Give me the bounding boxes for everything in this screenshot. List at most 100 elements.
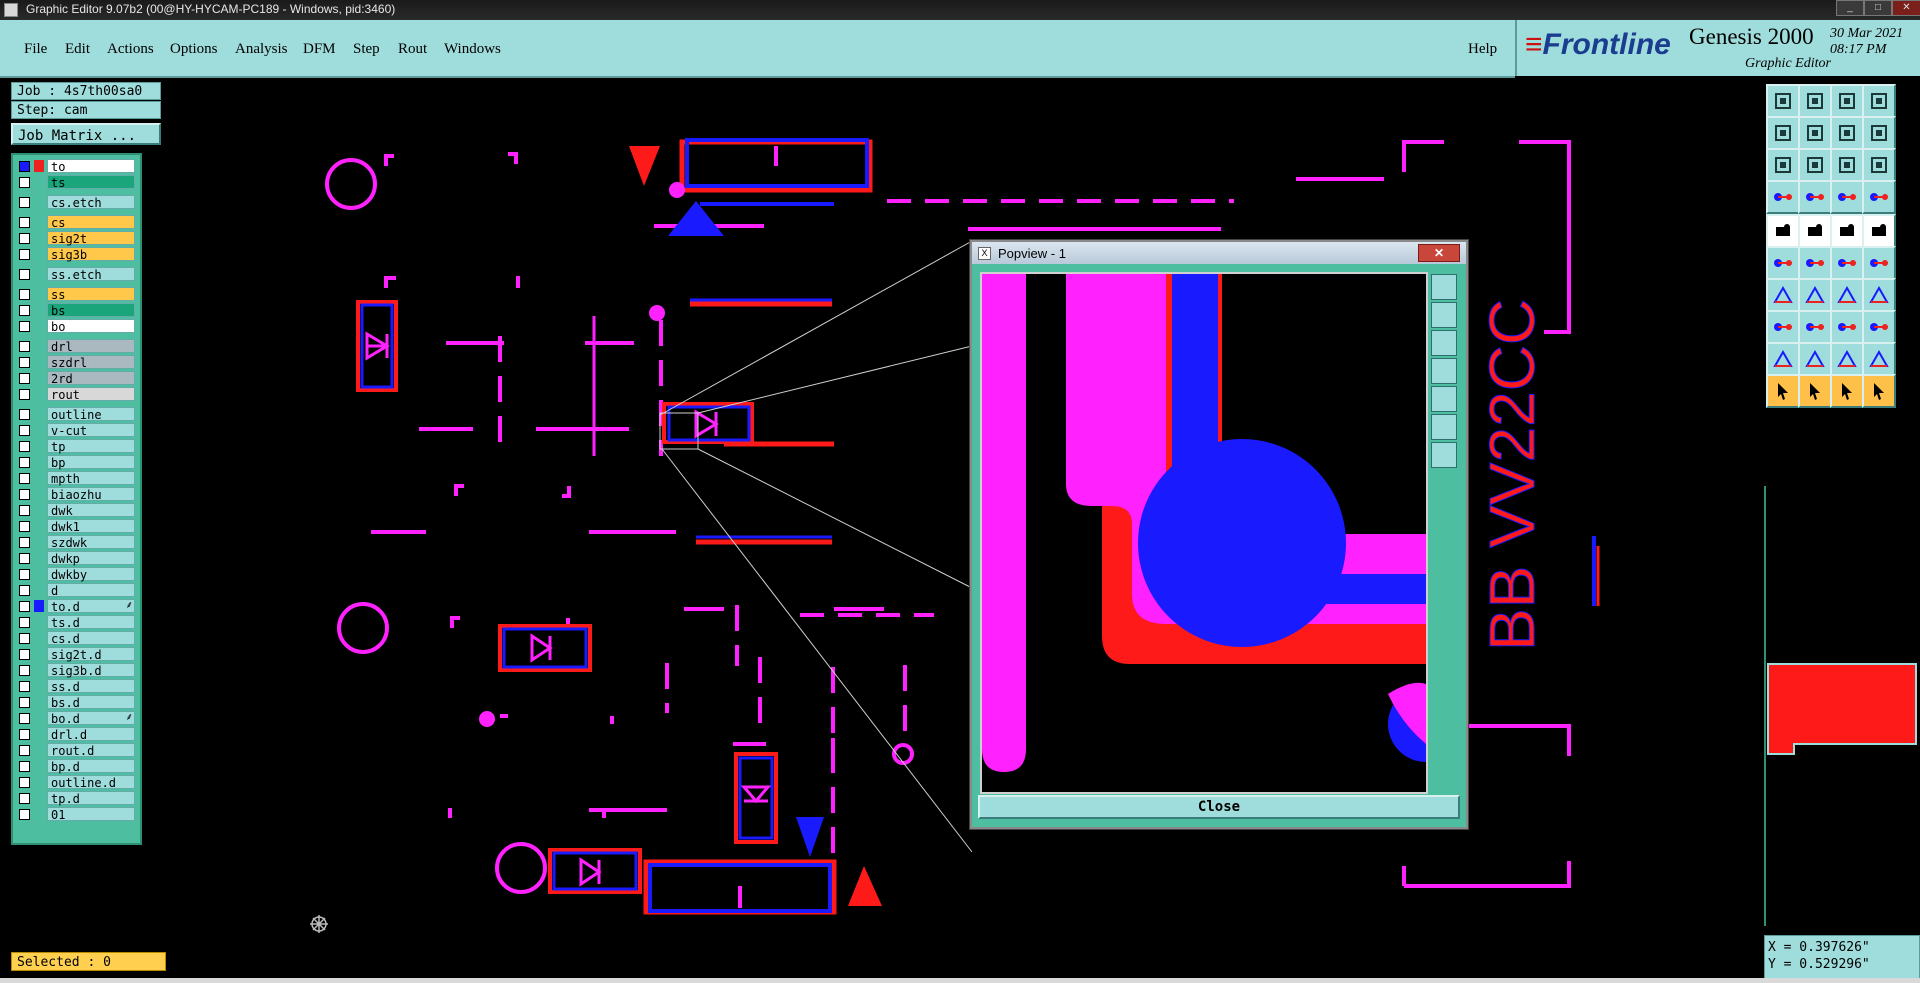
copy-icon[interactable] bbox=[1766, 84, 1800, 118]
layer-checkbox[interactable] bbox=[19, 633, 30, 644]
layer-row[interactable]: cs bbox=[17, 215, 135, 230]
layer-name[interactable]: bo bbox=[47, 319, 135, 334]
line-tool-icon[interactable] bbox=[1798, 214, 1832, 248]
layers-icon[interactable] bbox=[1830, 84, 1864, 118]
layer-checkbox[interactable] bbox=[19, 585, 30, 596]
menu-options[interactable]: Options bbox=[170, 41, 218, 58]
layer-checkbox[interactable] bbox=[19, 713, 30, 724]
layer-name[interactable]: to.d bbox=[47, 599, 135, 614]
layer-name[interactable]: ss.etch bbox=[47, 267, 135, 282]
layer-checkbox[interactable] bbox=[19, 617, 30, 628]
popview-zoom-in-icon[interactable] bbox=[1431, 414, 1457, 440]
layer-row[interactable]: cs.d bbox=[17, 631, 135, 646]
popview-close-button[interactable]: Close bbox=[978, 795, 1460, 819]
layer-row[interactable]: mpth bbox=[17, 471, 135, 486]
layer-name[interactable]: bs bbox=[47, 303, 135, 318]
menu-rout[interactable]: Rout bbox=[398, 41, 427, 58]
layer-checkbox[interactable] bbox=[19, 233, 30, 244]
tri4-icon[interactable] bbox=[1862, 342, 1896, 376]
window-icon[interactable] bbox=[1862, 84, 1896, 118]
menu-actions[interactable]: Actions bbox=[107, 41, 154, 58]
menu-windows[interactable]: Windows bbox=[444, 41, 501, 58]
layer-checkbox[interactable] bbox=[19, 161, 30, 172]
popview-close-x[interactable]: ✕ bbox=[1418, 244, 1460, 262]
network-icon[interactable] bbox=[1830, 180, 1864, 214]
layer-row[interactable]: biaozhu bbox=[17, 487, 135, 502]
layer-row[interactable]: dwkp bbox=[17, 551, 135, 566]
layer-checkbox[interactable] bbox=[19, 729, 30, 740]
scale-icon[interactable] bbox=[1830, 148, 1864, 182]
popview-zoom-out-icon[interactable] bbox=[1431, 442, 1457, 468]
layer-checkbox[interactable] bbox=[19, 601, 30, 612]
layer-name[interactable]: ts bbox=[47, 175, 135, 190]
layer-checkbox[interactable] bbox=[19, 441, 30, 452]
layer-name[interactable]: cs.d bbox=[47, 631, 135, 646]
layer-row[interactable]: bo.d ⸙ bbox=[17, 711, 135, 726]
layer-name[interactable]: tp.d bbox=[47, 791, 135, 806]
trace-icon[interactable] bbox=[1798, 310, 1832, 344]
pad-icon[interactable] bbox=[1862, 214, 1896, 248]
net2-icon[interactable] bbox=[1862, 246, 1896, 280]
mini-map[interactable]: x bbox=[1764, 486, 1920, 926]
layer-checkbox[interactable] bbox=[19, 389, 30, 400]
layer-checkbox[interactable] bbox=[19, 681, 30, 692]
popview-titlebar[interactable]: X Popview - 1 ✕ bbox=[972, 242, 1466, 264]
layer-row[interactable]: szdwk bbox=[17, 535, 135, 550]
app-icon[interactable] bbox=[4, 3, 18, 17]
layer-row[interactable]: sig2t bbox=[17, 231, 135, 246]
layer-name[interactable]: ts.d bbox=[47, 615, 135, 630]
grid-icon[interactable] bbox=[1830, 310, 1864, 344]
layer-checkbox[interactable] bbox=[19, 341, 30, 352]
ruler-icon[interactable] bbox=[1830, 214, 1864, 248]
layer-checkbox[interactable] bbox=[19, 305, 30, 316]
layer-checkbox[interactable] bbox=[19, 177, 30, 188]
layer-row[interactable]: outline bbox=[17, 407, 135, 422]
layer-checkbox[interactable] bbox=[19, 521, 30, 532]
layer-checkbox[interactable] bbox=[19, 425, 30, 436]
fit-icon[interactable] bbox=[1766, 148, 1800, 182]
layer-name[interactable]: bo.d bbox=[47, 711, 135, 726]
layer-name[interactable]: cs bbox=[47, 215, 135, 230]
drill-icon[interactable] bbox=[1766, 310, 1800, 344]
layer-row[interactable]: bp bbox=[17, 455, 135, 470]
layer-name[interactable]: sig2t.d bbox=[47, 647, 135, 662]
layer-name[interactable]: 2rd bbox=[47, 371, 135, 386]
layer-row[interactable]: tp bbox=[17, 439, 135, 454]
arc-icon[interactable] bbox=[1830, 278, 1864, 312]
layer-name[interactable]: rout.d bbox=[47, 743, 135, 758]
connect-icon[interactable] bbox=[1798, 180, 1832, 214]
popview-canvas[interactable] bbox=[980, 272, 1464, 794]
menu-file[interactable]: File bbox=[24, 41, 47, 58]
paste-icon[interactable] bbox=[1798, 84, 1832, 118]
tri3-icon[interactable] bbox=[1830, 342, 1864, 376]
layer-name[interactable]: dwkby bbox=[47, 567, 135, 582]
layer-checkbox[interactable] bbox=[19, 745, 30, 756]
network2-icon[interactable] bbox=[1862, 180, 1896, 214]
popview-fit-icon[interactable] bbox=[1431, 274, 1457, 300]
layer-checkbox[interactable] bbox=[19, 553, 30, 564]
stamp-icon[interactable] bbox=[1766, 180, 1800, 214]
menu-help[interactable]: Help bbox=[1468, 41, 1497, 58]
text-icon[interactable] bbox=[1862, 278, 1896, 312]
layer-checkbox[interactable] bbox=[19, 321, 30, 332]
layer-row[interactable]: ss.d bbox=[17, 679, 135, 694]
layer-name[interactable]: dwk bbox=[47, 503, 135, 518]
layer-checkbox[interactable] bbox=[19, 457, 30, 468]
layer-name[interactable]: bp bbox=[47, 455, 135, 470]
layer-row[interactable]: cs.etch bbox=[17, 195, 135, 210]
select-box-icon[interactable] bbox=[1798, 374, 1832, 408]
layer-row[interactable]: tp.d bbox=[17, 791, 135, 806]
layer-checkbox[interactable] bbox=[19, 537, 30, 548]
layer-row[interactable]: dwk1 bbox=[17, 519, 135, 534]
layer-row[interactable]: 2rd bbox=[17, 371, 135, 386]
layer-name[interactable]: dwkp bbox=[47, 551, 135, 566]
job-matrix-button[interactable]: Job Matrix ... bbox=[11, 123, 161, 145]
menu-step[interactable]: Step bbox=[353, 41, 380, 58]
layer-name[interactable]: 01 bbox=[47, 807, 135, 822]
layer-row[interactable]: ss bbox=[17, 287, 135, 302]
layer-name[interactable]: tp bbox=[47, 439, 135, 454]
layer-name[interactable]: sig2t bbox=[47, 231, 135, 246]
menu-dfm[interactable]: DFM bbox=[303, 41, 336, 58]
layer-row[interactable]: bs bbox=[17, 303, 135, 318]
layer-checkbox[interactable] bbox=[19, 373, 30, 384]
